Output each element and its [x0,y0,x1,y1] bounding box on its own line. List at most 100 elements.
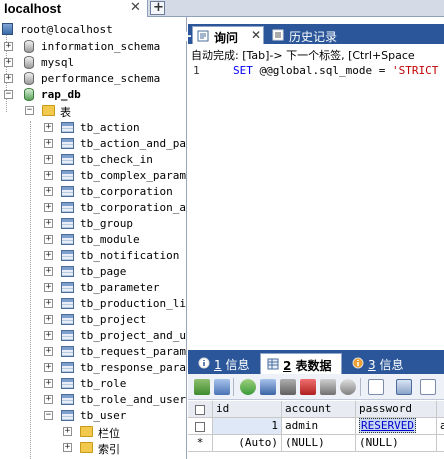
tree-item-table[interactable]: + tb_module [0,232,186,248]
expand-icon[interactable]: + [44,123,53,132]
tree-item-table[interactable]: + tb_page [0,264,186,280]
close-icon[interactable]: ✕ [130,0,141,15]
info-icon [198,357,210,369]
collapse-icon[interactable]: − [4,90,13,99]
expand-icon[interactable]: + [44,171,53,180]
tree-item-table[interactable]: + tb_notification [0,248,186,264]
sql-editor[interactable]: 自动完成: [Tab]-> 下一个标签, [Ctrl+Space 1 SET @… [188,44,444,347]
tree-item-table[interactable]: + tb_group [0,216,186,232]
duplicate-row-icon[interactable] [260,379,276,395]
cell-id[interactable]: (Auto) [213,435,282,452]
tree-item-table[interactable]: + tb_action_and_page [0,136,186,152]
cell-account[interactable]: (NULL) [282,435,356,452]
expand-icon[interactable]: + [44,267,53,276]
tab-info-1[interactable]: 1 信息 [192,353,258,374]
column-header-id[interactable]: id [213,401,282,418]
expand-icon[interactable]: + [4,42,13,51]
close-icon[interactable]: ✕ [251,28,261,42]
tab-history[interactable]: 历史记录 [268,26,350,44]
tree-item-label: tb_parameter [80,281,160,294]
tree-item-table[interactable]: + tb_corporation_and [0,200,186,216]
tree-item-table[interactable]: + tb_corporation [0,184,186,200]
expand-icon[interactable]: + [63,427,72,436]
cell-extra[interactable] [437,435,444,452]
tree-item-table[interactable]: + tb_role [0,376,186,392]
expand-icon[interactable]: + [44,299,53,308]
tree-item-table[interactable]: + tb_action [0,120,186,136]
tree-item-database[interactable]: + mysql [0,55,186,71]
expand-icon[interactable]: + [44,379,53,388]
expand-icon[interactable]: + [4,58,13,67]
expand-icon[interactable]: + [44,315,53,324]
add-query-tab-button[interactable]: + [180,27,193,45]
table-icon [61,138,74,149]
tree-item-table[interactable]: + tb_parameter [0,280,186,296]
cell-account[interactable]: admin [282,418,356,435]
tree-item-tables-folder[interactable]: − 表 [0,103,186,119]
expand-icon[interactable]: + [44,331,53,340]
tree-item-database[interactable]: + information_schema [0,39,186,55]
tree-item-table-open[interactable]: − tb_user [0,408,186,424]
tree-item-table[interactable]: + tb_project_and_use [0,328,186,344]
tree-item-table[interactable]: + tb_role_and_user [0,392,186,408]
expand-icon[interactable]: + [44,219,53,228]
tab-table-data[interactable]: 2 表数据 [260,353,342,374]
checkbox[interactable] [195,422,205,432]
tree-item-label: tb_action_and_page [80,137,186,150]
export-icon[interactable] [194,379,210,395]
expand-icon[interactable]: + [63,443,72,452]
grid-select-all[interactable] [188,401,213,418]
expand-icon[interactable]: + [44,395,53,404]
tree-item-table[interactable]: + tb_response_parame [0,360,186,376]
tree-item-indexes-folder[interactable]: + 索引 [0,440,186,456]
cancel-icon[interactable] [340,379,356,395]
tree-item-database[interactable]: + performance_schema [0,71,186,87]
column-header-password[interactable]: password [356,401,437,418]
cell-id[interactable]: 1 [213,418,282,435]
tree-item-table[interactable]: + tb_production_line [0,296,186,312]
grid-view-icon[interactable] [396,379,412,395]
object-browser-tree[interactable]: root@localhost + information_schema + my… [0,17,187,459]
result-grid[interactable]: id account password 1 admin RESERVED a *… [188,401,444,459]
code-line[interactable]: SET @@global.sql_mode = 'STRICT [233,64,438,77]
refresh-icon[interactable] [320,379,336,395]
cell-password[interactable]: (NULL) [356,435,437,452]
collapse-icon[interactable]: − [25,106,34,115]
table-icon [61,154,74,165]
add-connection-tab-button[interactable]: + [150,0,165,15]
expand-icon[interactable]: + [44,283,53,292]
cell-extra[interactable]: a [437,418,444,435]
tree-item-table[interactable]: + tb_project [0,312,186,328]
cell-password[interactable]: RESERVED [356,418,437,435]
text-view-icon[interactable] [368,379,384,395]
tab-query[interactable]: 询问 ✕ [192,26,264,45]
add-row-icon[interactable] [240,379,256,395]
collapse-icon[interactable]: − [44,411,53,420]
delete-row-icon[interactable] [300,379,316,395]
expand-icon[interactable]: + [44,363,53,372]
expand-icon[interactable]: + [44,139,53,148]
tree-root-connection[interactable]: root@localhost [0,22,186,38]
tree-item-table[interactable]: + tb_check_in [0,152,186,168]
tree-item-columns-folder[interactable]: + 栏位 [0,424,186,440]
tree-item-table[interactable]: + tb_complex_paramet [0,168,186,184]
checkbox[interactable] [195,405,205,415]
expand-icon[interactable]: + [4,74,13,83]
column-header-account[interactable]: account [282,401,356,418]
row-selector[interactable] [188,418,213,435]
tree-item-table[interactable]: + tb_request_paramet [0,344,186,360]
form-view-icon[interactable] [420,379,436,395]
tree-item-database-open[interactable]: − rap_db [0,87,186,103]
expand-icon[interactable]: + [44,203,53,212]
expand-icon[interactable]: + [44,235,53,244]
tab-info-3[interactable]: 3 信息 [346,353,412,374]
column-header-extra[interactable] [437,401,444,418]
expand-icon[interactable]: + [44,155,53,164]
expand-icon[interactable]: + [44,251,53,260]
reserved-value[interactable]: RESERVED [359,418,416,433]
save-icon[interactable] [280,379,296,395]
expand-icon[interactable]: + [44,347,53,356]
connection-tab[interactable]: localhost ✕ [0,0,148,17]
import-icon[interactable] [214,379,230,395]
expand-icon[interactable]: + [44,187,53,196]
